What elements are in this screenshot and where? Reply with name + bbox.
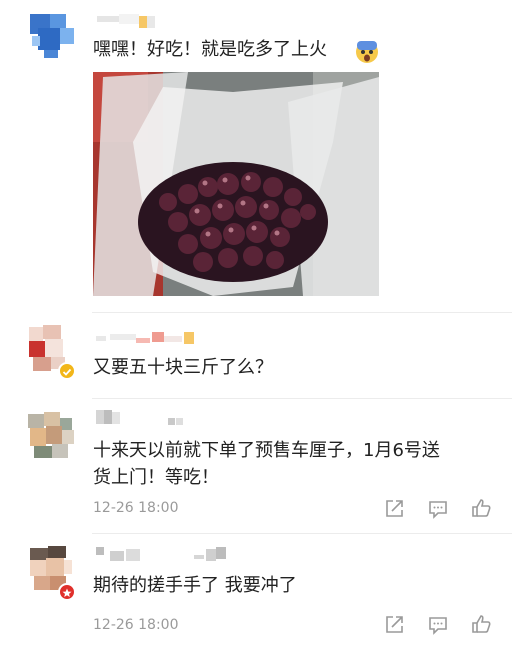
verified-badge-red bbox=[58, 583, 76, 601]
blur-pixels bbox=[96, 332, 194, 344]
comment-text: 期待的搓手手了 我要冲了 bbox=[93, 575, 297, 596]
cherries-in-box-image bbox=[93, 72, 379, 296]
comment-icon[interactable] bbox=[427, 498, 449, 520]
username-blurred[interactable] bbox=[96, 332, 206, 344]
comment-text-line-1: 十来天以前就下单了预售车厘子，1月6号送 bbox=[93, 440, 440, 461]
comment-text-line-2: 货上门！等吃！ bbox=[93, 467, 219, 488]
comment-photo[interactable] bbox=[93, 72, 379, 296]
scared-face-emoji bbox=[355, 40, 379, 64]
comment-text: 嘿嘿！好吃！就是吃多了上火 bbox=[93, 39, 327, 60]
verified-badge bbox=[58, 362, 76, 380]
divider bbox=[92, 312, 512, 313]
divider bbox=[92, 533, 512, 534]
avatar-image bbox=[30, 14, 74, 58]
blur-pixels bbox=[96, 547, 226, 561]
blur-pixels bbox=[97, 14, 155, 28]
like-icon[interactable] bbox=[470, 497, 492, 519]
share-icon[interactable] bbox=[383, 498, 405, 520]
comment-timestamp: 12-26 18:00 bbox=[93, 500, 179, 516]
comment-text: 又要五十块三斤了么？ bbox=[93, 357, 273, 378]
divider bbox=[92, 398, 512, 399]
avatar[interactable] bbox=[24, 8, 74, 58]
avatar-image bbox=[28, 412, 74, 458]
share-icon[interactable] bbox=[383, 614, 405, 636]
username-blurred[interactable] bbox=[97, 14, 155, 28]
username-blurred[interactable] bbox=[96, 547, 236, 561]
avatar[interactable] bbox=[26, 410, 76, 462]
blur-pixels bbox=[96, 410, 183, 425]
username-blurred[interactable] bbox=[96, 410, 196, 425]
like-icon[interactable] bbox=[470, 613, 492, 635]
comment-timestamp: 12-26 18:00 bbox=[93, 617, 179, 633]
comment-icon[interactable] bbox=[427, 614, 449, 636]
